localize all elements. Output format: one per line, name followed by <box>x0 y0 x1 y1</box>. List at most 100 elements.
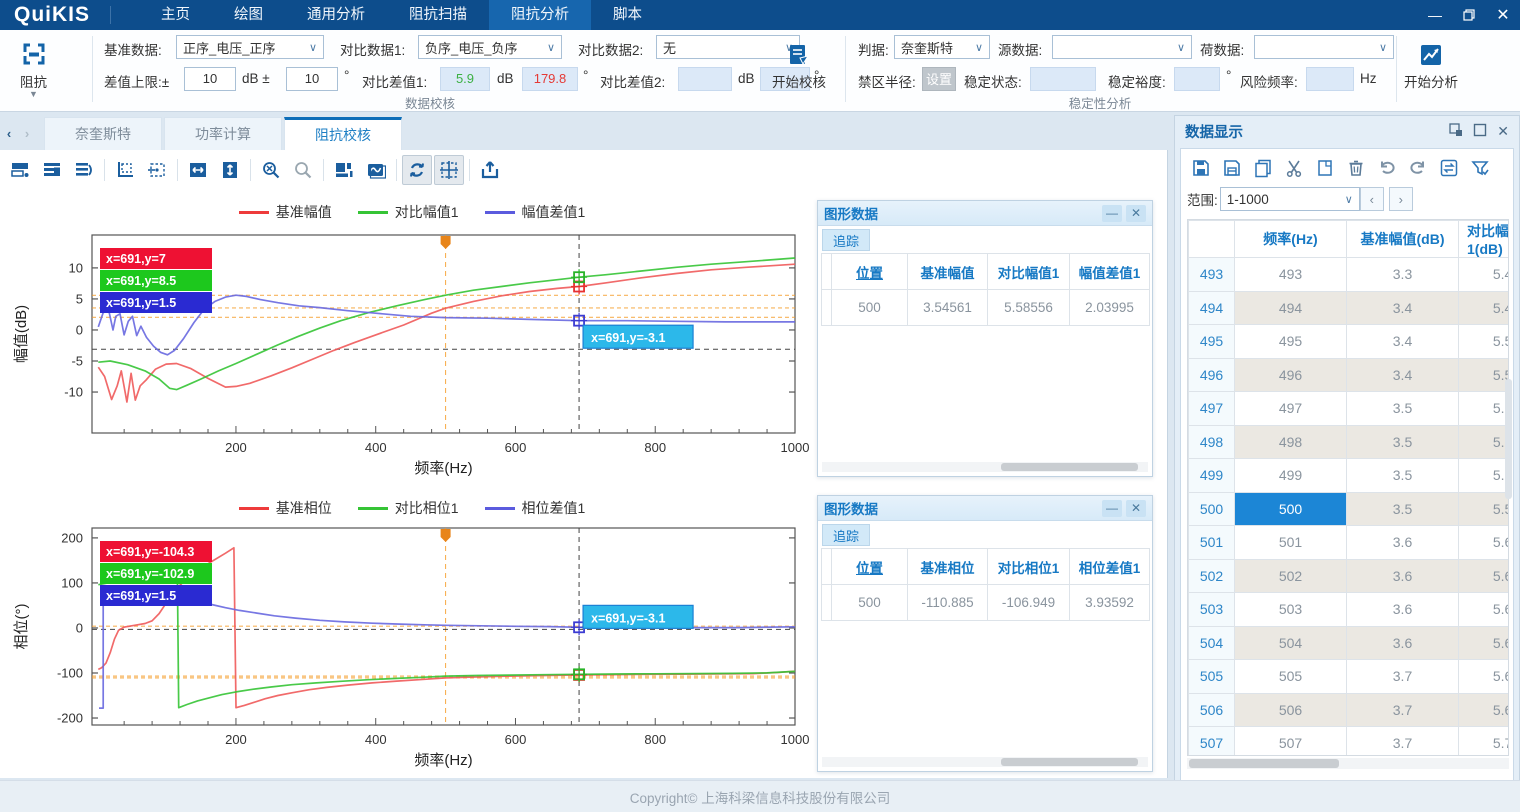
data-cell[interactable]: 5.52 <box>1459 358 1510 392</box>
minimize-icon[interactable]: — <box>1418 0 1452 30</box>
tab-trace[interactable]: 追踪 <box>822 524 870 546</box>
row-number-cell[interactable]: 503 <box>1189 593 1235 627</box>
row-number-cell[interactable]: 494 <box>1189 291 1235 325</box>
data-cell[interactable]: 5.58 <box>1459 492 1510 526</box>
column-header[interactable] <box>1189 221 1235 258</box>
column-header[interactable]: 对比幅值1(dB) <box>1459 221 1510 258</box>
row-number-cell[interactable]: 507 <box>1189 727 1235 757</box>
row-number-cell[interactable]: 493 <box>1189 258 1235 292</box>
close-icon[interactable]: ✕ <box>1497 123 1509 140</box>
list-arrow-icon[interactable] <box>69 155 99 185</box>
filter-icon[interactable] <box>1468 157 1492 179</box>
redo-icon[interactable] <box>1406 157 1430 179</box>
tab-scroll-left-icon[interactable]: ‹ <box>0 117 18 150</box>
row-number-cell[interactable]: 495 <box>1189 325 1235 359</box>
data-cell[interactable]: 5.65 <box>1459 626 1510 660</box>
column-header[interactable]: 位置 <box>832 549 908 585</box>
horizontal-scrollbar[interactable] <box>822 462 1148 472</box>
data-cell[interactable]: 3.4 <box>1347 358 1459 392</box>
set-button[interactable]: 设置 <box>922 67 956 91</box>
data-cell[interactable]: 2.03995 <box>1070 290 1150 326</box>
tab-trace[interactable]: 追踪 <box>822 229 870 251</box>
amplitude-chart[interactable]: 1050-5-102004006008001000频率(Hz)幅值(dB)x=6… <box>12 218 812 490</box>
fit-height-icon[interactable] <box>215 155 245 185</box>
row-number-cell[interactable]: 505 <box>1189 660 1235 694</box>
cut-icon[interactable] <box>1282 157 1306 179</box>
data-cell[interactable]: -106.949 <box>988 585 1070 621</box>
undo-icon[interactable] <box>1375 157 1399 179</box>
start-analysis-button[interactable]: 开始分析 <box>1404 42 1458 91</box>
minimize-icon[interactable]: — <box>1102 500 1122 517</box>
row-number-cell[interactable]: 500 <box>1189 492 1235 526</box>
horizontal-scrollbar[interactable] <box>822 757 1148 767</box>
tab-scroll-right-icon[interactable]: › <box>18 117 36 150</box>
close-icon[interactable]: ✕ <box>1126 205 1146 222</box>
data-cell[interactable]: 3.6 <box>1347 626 1459 660</box>
data-cell[interactable]: 5.47 <box>1459 258 1510 292</box>
zoom-in-icon[interactable] <box>288 155 318 185</box>
export-icon[interactable] <box>475 155 505 185</box>
layout-rows-icon[interactable] <box>5 155 35 185</box>
column-header[interactable]: 幅值差值1 <box>1070 254 1150 290</box>
paste-icon[interactable] <box>1313 157 1337 179</box>
phase-chart[interactable]: 2001000-100-2002004006008001000频率(Hz)相位(… <box>12 512 812 774</box>
column-header[interactable]: 位置 <box>832 254 908 290</box>
data-cell[interactable]: 3.4 <box>1347 325 1459 359</box>
data-cell[interactable]: 498 <box>1235 425 1347 459</box>
data-cell[interactable]: 5.56 <box>1459 459 1510 493</box>
row-number-cell[interactable]: 499 <box>1189 459 1235 493</box>
data-cell[interactable]: 504 <box>1235 626 1347 660</box>
data-cell[interactable]: 3.7 <box>1347 660 1459 694</box>
compare1-select[interactable]: 负序_电压_负序∨ <box>418 35 562 59</box>
data-cell[interactable]: 505 <box>1235 660 1347 694</box>
panels-icon[interactable] <box>329 155 359 185</box>
data-cell[interactable]: 495 <box>1235 325 1347 359</box>
crosshair-icon[interactable] <box>434 155 464 185</box>
data-cell[interactable]: 500 <box>832 585 908 621</box>
column-header[interactable]: 频率(Hz) <box>1235 221 1347 258</box>
row-number-cell[interactable]: 498 <box>1189 425 1235 459</box>
data-cell[interactable]: 496 <box>1235 358 1347 392</box>
data-cell[interactable]: 3.7 <box>1347 693 1459 727</box>
data-cell[interactable]: 507 <box>1235 727 1347 757</box>
data-cell[interactable]: 499 <box>1235 459 1347 493</box>
select-region-icon[interactable] <box>142 155 172 185</box>
minimize-icon[interactable]: — <box>1102 205 1122 222</box>
column-header[interactable]: 基准相位 <box>908 549 988 585</box>
data-cell[interactable]: 3.6 <box>1347 559 1459 593</box>
column-header[interactable]: 相位差值1 <box>1070 549 1150 585</box>
close-icon[interactable]: ✕ <box>1486 0 1520 30</box>
data-cell[interactable]: 5.55 <box>1459 425 1510 459</box>
menu-item-绘图[interactable]: 绘图 <box>212 0 285 30</box>
menu-item-通用分析[interactable]: 通用分析 <box>285 0 387 30</box>
next-page-button[interactable]: › <box>1389 187 1413 211</box>
vertical-scrollbar[interactable] <box>1505 379 1512 499</box>
data-cell[interactable]: 500 <box>832 290 908 326</box>
restore-icon[interactable] <box>1452 0 1486 30</box>
data-cell[interactable]: 3.5 <box>1347 425 1459 459</box>
data-cell[interactable]: 3.5 <box>1347 459 1459 493</box>
chart-view-icon[interactable] <box>361 155 391 185</box>
impedance-button[interactable]: 阻抗 ▼ <box>20 42 47 97</box>
row-number-cell[interactable]: 497 <box>1189 392 1235 426</box>
data-cell[interactable]: 497 <box>1235 392 1347 426</box>
maximize-icon[interactable] <box>1473 123 1487 140</box>
data-cell[interactable]: 5.49 <box>1459 291 1510 325</box>
data-cell[interactable]: -110.885 <box>908 585 988 621</box>
start-check-button[interactable]: 开始校核 <box>772 42 826 91</box>
data-cell[interactable]: 5.63 <box>1459 593 1510 627</box>
column-header[interactable]: 对比相位1 <box>988 549 1070 585</box>
row-number-cell[interactable]: 502 <box>1189 559 1235 593</box>
data-cell[interactable]: 506 <box>1235 693 1347 727</box>
load-data-select[interactable]: ∨ <box>1254 35 1394 59</box>
float-icon[interactable] <box>1449 123 1463 140</box>
data-cell[interactable]: 5.70 <box>1459 727 1510 757</box>
data-cell[interactable]: 3.6 <box>1347 593 1459 627</box>
horizontal-scrollbar[interactable] <box>1187 758 1509 769</box>
zoom-out-icon[interactable] <box>256 155 286 185</box>
column-header[interactable]: 基准幅值 <box>908 254 988 290</box>
data-cell[interactable]: 3.7 <box>1347 727 1459 757</box>
delete-icon[interactable] <box>1344 157 1368 179</box>
layout-rows-alt-icon[interactable] <box>37 155 67 185</box>
data-cell[interactable]: 3.3 <box>1347 258 1459 292</box>
